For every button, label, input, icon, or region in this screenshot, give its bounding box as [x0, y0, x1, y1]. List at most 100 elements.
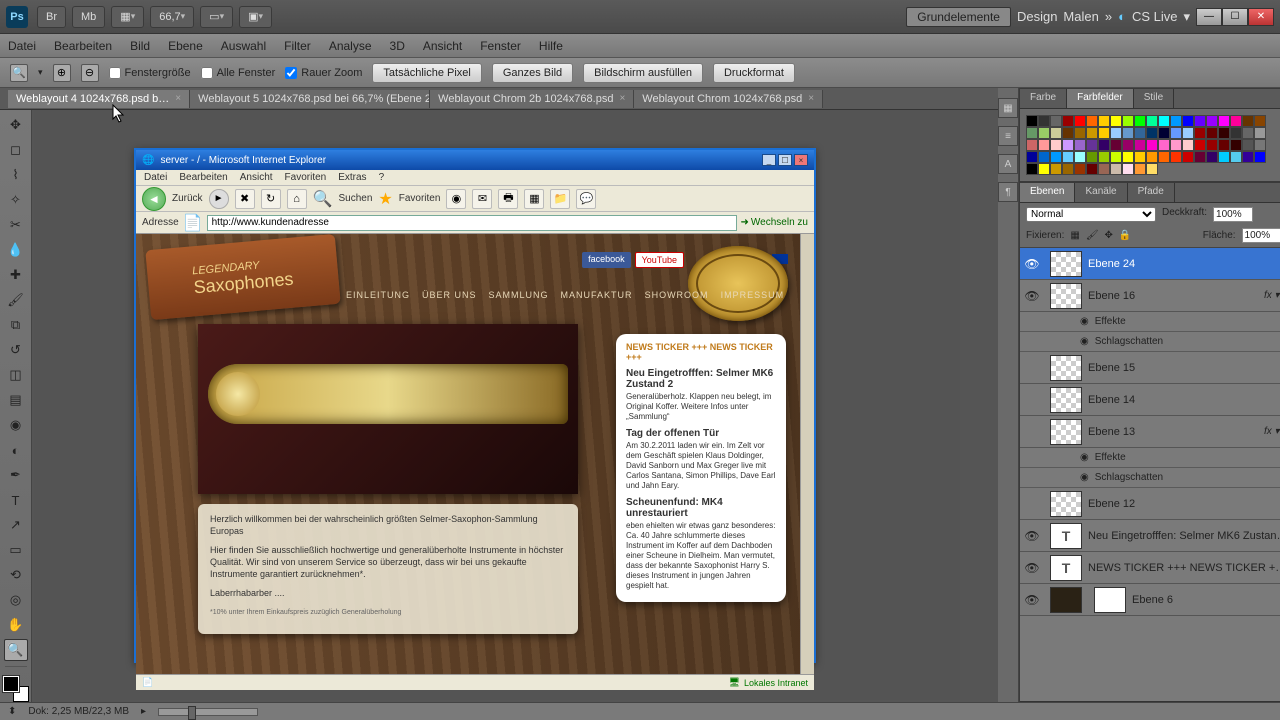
minibridge-button[interactable]: Mb	[72, 6, 105, 28]
swatch[interactable]	[1218, 139, 1230, 151]
swatch[interactable]	[1146, 139, 1158, 151]
swatch[interactable]	[1098, 151, 1110, 163]
workspace-design-button[interactable]: Design	[1017, 9, 1057, 24]
layer-thumbnail[interactable]: T	[1050, 555, 1082, 581]
status-zoom[interactable]: ⬍	[8, 706, 16, 717]
swatch[interactable]	[1218, 127, 1230, 139]
visibility-eye-icon[interactable]: 👁	[1020, 289, 1044, 303]
tab-pfade[interactable]: Pfade	[1128, 183, 1175, 202]
tab-farbfelder[interactable]: Farbfelder	[1067, 89, 1134, 108]
blur-tool[interactable]: ◉	[4, 414, 28, 436]
swatch[interactable]	[1170, 151, 1182, 163]
swatch[interactable]	[1050, 151, 1062, 163]
fx-badge[interactable]: fx ▾	[1264, 290, 1280, 301]
hand-tool[interactable]: ✋	[4, 614, 28, 636]
swatch[interactable]	[1254, 115, 1266, 127]
swatch[interactable]	[1146, 115, 1158, 127]
lock-pixels-icon[interactable]: 🖌	[1086, 230, 1099, 241]
swatch[interactable]	[1242, 115, 1254, 127]
layer-row[interactable]: Ebene 14	[1020, 384, 1280, 416]
swatch[interactable]	[1050, 115, 1062, 127]
swatch[interactable]	[1062, 139, 1074, 151]
swatch[interactable]	[1026, 115, 1038, 127]
swatch[interactable]	[1038, 151, 1050, 163]
shape-tool[interactable]: ▭	[4, 539, 28, 561]
swatch-grid[interactable]	[1026, 115, 1280, 175]
swatch[interactable]	[1242, 151, 1254, 163]
swatch[interactable]	[1086, 127, 1098, 139]
tool-preset-dropdown[interactable]: ▾	[38, 67, 43, 78]
layer-row[interactable]: 👁Ebene 24	[1020, 248, 1280, 280]
swatch[interactable]	[1242, 139, 1254, 151]
window-close-button[interactable]: ✕	[1248, 8, 1274, 26]
layer-thumbnail[interactable]	[1050, 587, 1082, 613]
fx-badge[interactable]: fx ▾	[1264, 426, 1280, 437]
visibility-eye-icon[interactable]: 👁	[1020, 561, 1044, 575]
swatch[interactable]	[1122, 163, 1134, 175]
dodge-tool[interactable]: ◐	[4, 439, 28, 461]
swatch[interactable]	[1074, 151, 1086, 163]
swatch[interactable]	[1170, 115, 1182, 127]
visibility-eye-icon[interactable]: 👁	[1020, 593, 1044, 607]
layer-thumbnail[interactable]	[1050, 387, 1082, 413]
tab-weblayout5[interactable]: Weblayout 5 1024x768.psd bei 66,7% (Eben…	[190, 90, 430, 108]
swatch[interactable]	[1134, 163, 1146, 175]
fill-screen-button[interactable]: Bildschirm ausfüllen	[583, 63, 703, 83]
swatch[interactable]	[1230, 151, 1242, 163]
swatch[interactable]	[1194, 115, 1206, 127]
tab-stile[interactable]: Stile	[1134, 89, 1174, 108]
swatch[interactable]	[1026, 127, 1038, 139]
zoom-in-icon[interactable]: ⊕	[53, 64, 71, 82]
swatch[interactable]	[1062, 163, 1074, 175]
status-arrow-icon[interactable]: ▸	[141, 706, 146, 717]
swatch[interactable]	[1050, 139, 1062, 151]
tab-chrom[interactable]: Weblayout Chrom 1024x768.psd×	[634, 90, 823, 108]
opacity-field[interactable]: 100%	[1213, 207, 1253, 222]
swatch[interactable]	[1122, 127, 1134, 139]
swatch[interactable]	[1074, 163, 1086, 175]
swatch[interactable]	[1194, 151, 1206, 163]
layer-name[interactable]: Ebene 14	[1088, 394, 1280, 406]
menu-bearbeiten[interactable]: Bearbeiten	[54, 39, 112, 53]
swatch[interactable]	[1086, 115, 1098, 127]
layer-effect[interactable]: ◉ Effekte	[1020, 448, 1280, 468]
swatch[interactable]	[1254, 151, 1266, 163]
tab-weblayout4[interactable]: Weblayout 4 1024x768.psd b…×	[8, 90, 190, 108]
dock-icon[interactable]: ≡	[998, 126, 1018, 146]
swatch[interactable]	[1122, 151, 1134, 163]
swatch[interactable]	[1182, 115, 1194, 127]
layer-effect[interactable]: ◉ Effekte	[1020, 312, 1280, 332]
swatch[interactable]	[1110, 115, 1122, 127]
swatch[interactable]	[1182, 151, 1194, 163]
swatch[interactable]	[1134, 139, 1146, 151]
close-icon[interactable]: ×	[808, 93, 814, 104]
layer-name[interactable]: NEWS TICKER +++ NEWS TICKER +…	[1088, 562, 1280, 574]
close-icon[interactable]: ×	[175, 93, 181, 104]
swatch[interactable]	[1062, 115, 1074, 127]
layer-effect[interactable]: ◉ Schlagschatten	[1020, 332, 1280, 352]
layer-name[interactable]: Neu Eingetrofffen: Selmer MK6 Zustan…	[1088, 530, 1280, 542]
swatch[interactable]	[1254, 139, 1266, 151]
actual-pixels-button[interactable]: Tatsächliche Pixel	[372, 63, 481, 83]
swatch[interactable]	[1158, 115, 1170, 127]
zoom-level-field[interactable]: 66,7	[150, 6, 194, 28]
swatch[interactable]	[1170, 139, 1182, 151]
swatch[interactable]	[1218, 151, 1230, 163]
dock-icon[interactable]: ¶	[998, 182, 1018, 202]
swatch[interactable]	[1134, 127, 1146, 139]
swatch[interactable]	[1146, 151, 1158, 163]
layer-row[interactable]: 👁 T NEWS TICKER +++ NEWS TICKER +…	[1020, 552, 1280, 584]
swatch[interactable]	[1110, 163, 1122, 175]
gradient-tool[interactable]: ▤	[4, 389, 28, 411]
scrubby-zoom-checkbox[interactable]: Rauer Zoom	[285, 67, 362, 79]
eyedropper-tool[interactable]: 💧	[4, 239, 28, 261]
3d-camera-tool[interactable]: ◎	[4, 589, 28, 611]
workspace-grundelemente-button[interactable]: Grundelemente	[906, 7, 1011, 27]
swatch[interactable]	[1026, 151, 1038, 163]
zoom-out-icon[interactable]: ⊖	[81, 64, 99, 82]
swatch[interactable]	[1038, 115, 1050, 127]
swatch[interactable]	[1074, 139, 1086, 151]
swatch[interactable]	[1050, 163, 1062, 175]
menu-bild[interactable]: Bild	[130, 39, 150, 53]
swatch[interactable]	[1110, 127, 1122, 139]
